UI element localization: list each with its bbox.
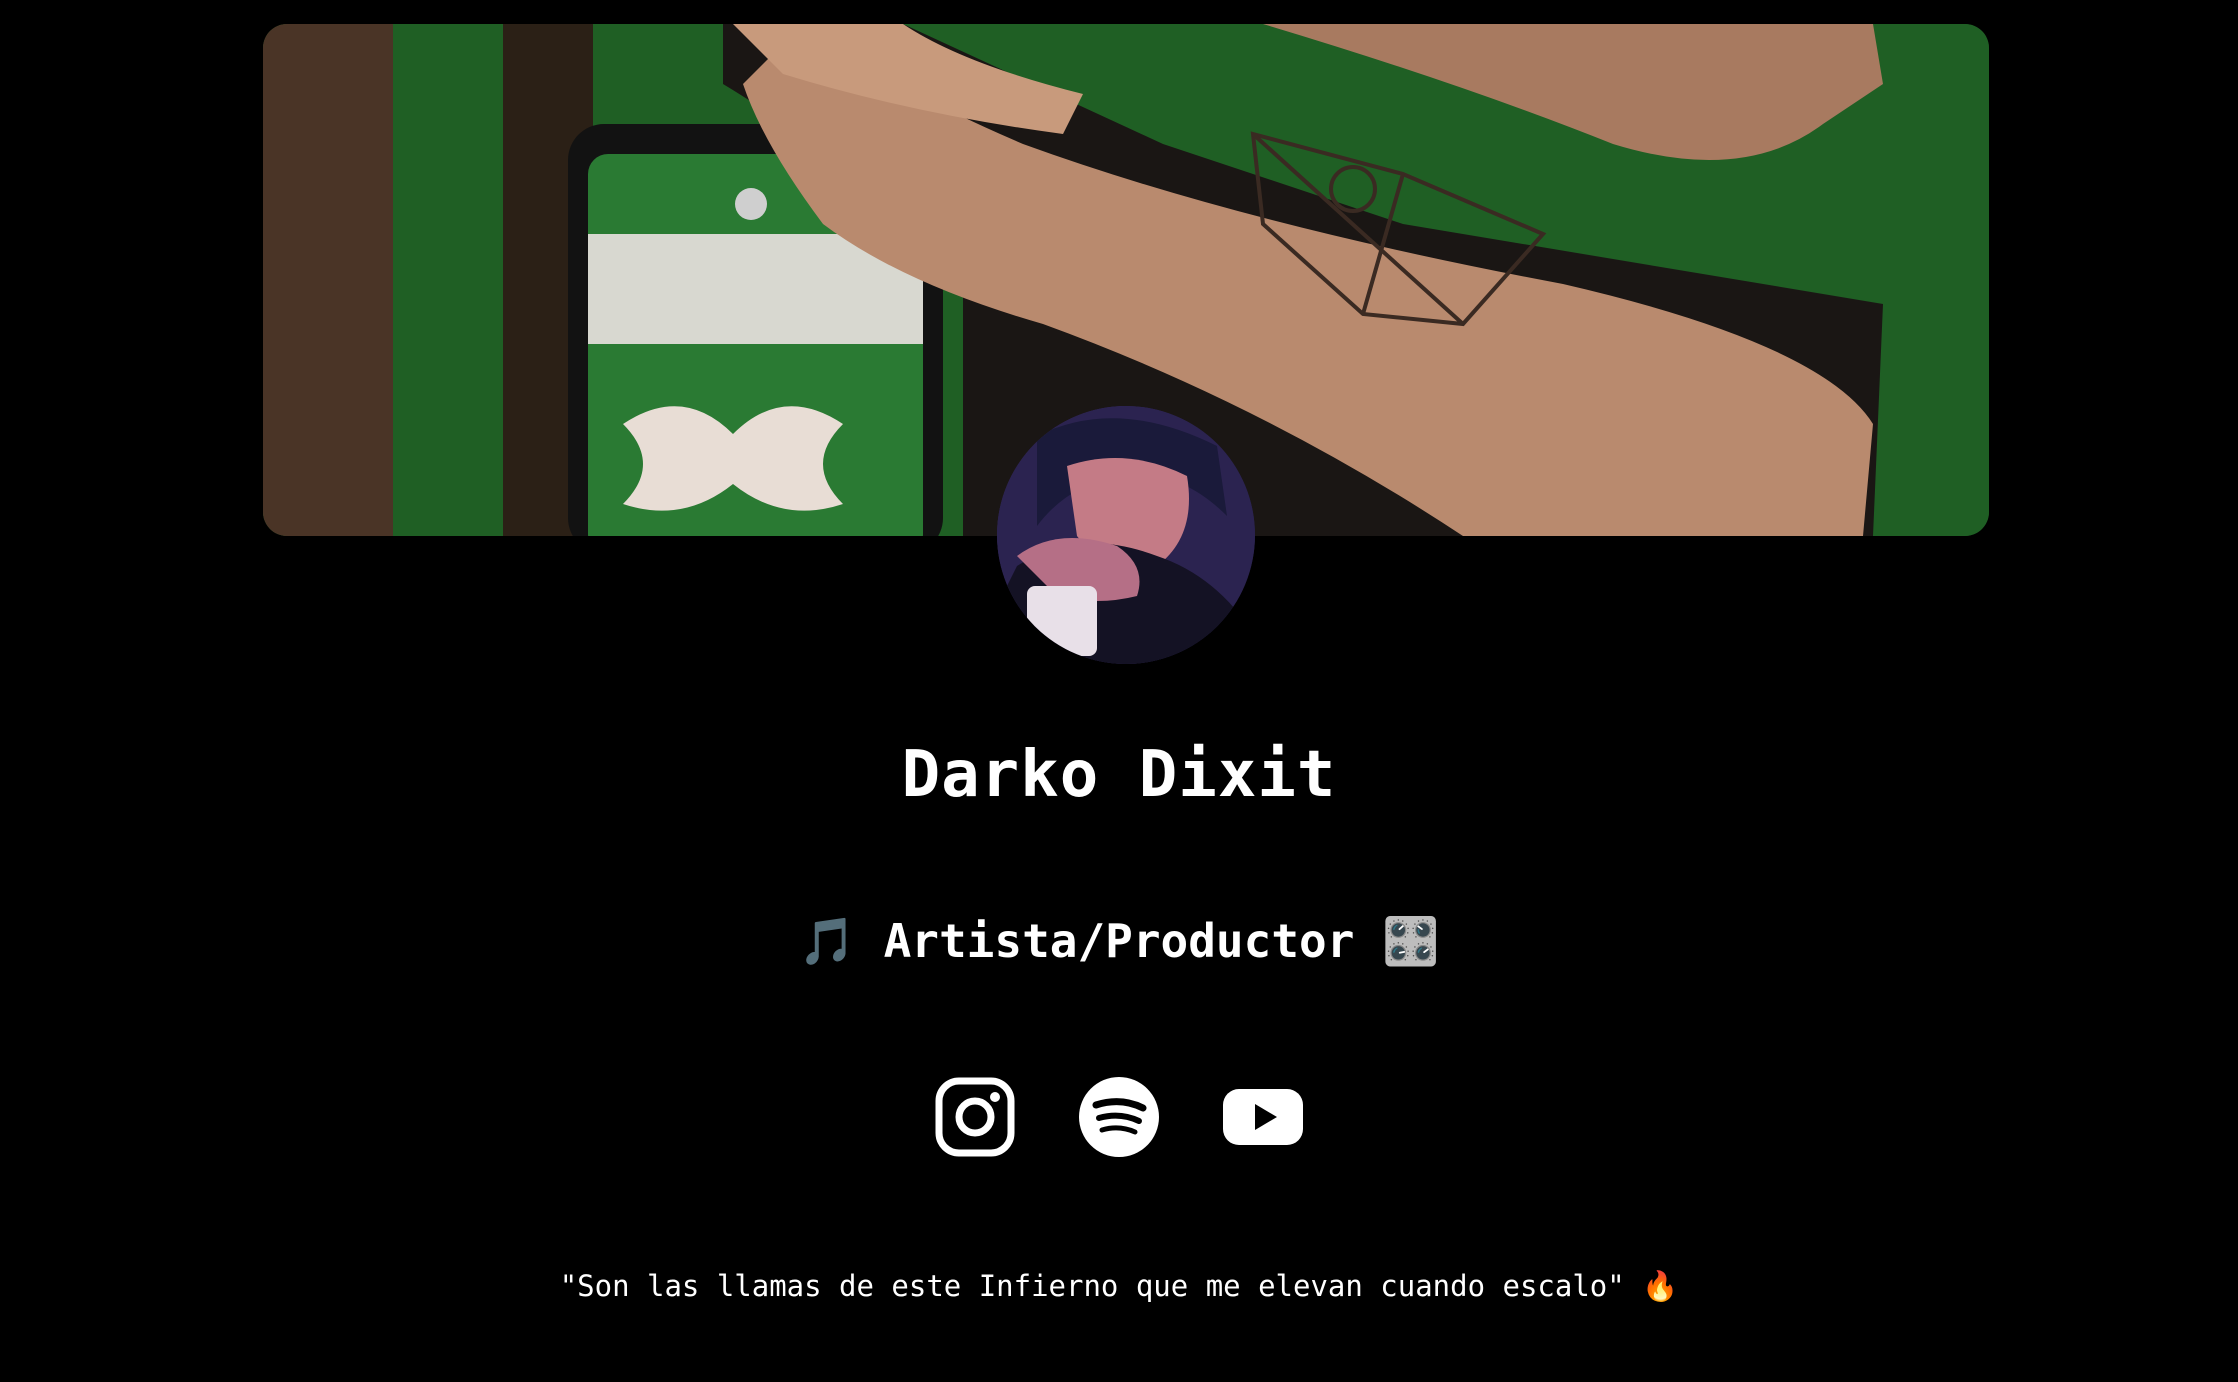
instagram-icon [935,1077,1015,1157]
youtube-icon [1223,1089,1303,1145]
music-note-icon: 🎵 [798,914,856,968]
social-links [0,1077,2238,1157]
avatar [997,406,1255,664]
profile-role: Artista/Productor [883,914,1355,968]
youtube-link[interactable] [1223,1077,1303,1157]
control-knobs-icon: 🎛️ [1382,914,1440,968]
instagram-link[interactable] [935,1077,1015,1157]
profile-subtitle: 🎵 Artista/Productor 🎛️ [0,910,2238,972]
profile-quote: "Son las llamas de este Infierno que me … [0,1262,2238,1310]
profile-page: Darko Dixit 🎵 Artista/Productor 🎛️ "Son … [0,0,2238,1382]
profile-name: Darko Dixit [901,738,1337,812]
spotify-icon [1079,1077,1159,1157]
spotify-link[interactable] [1079,1077,1159,1157]
fire-icon: 🔥 [1642,1269,1679,1303]
quote-text: "Son las llamas de este Infierno que me … [559,1269,1625,1303]
